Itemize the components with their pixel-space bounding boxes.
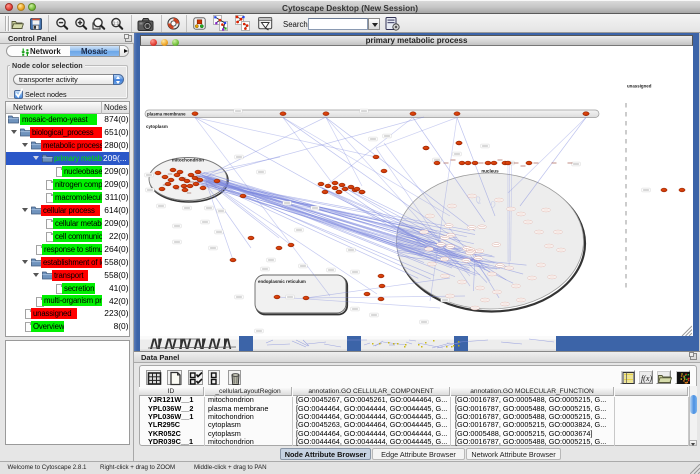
svg-text:mitochondrion: mitochondrion: [172, 158, 204, 163]
svg-text:f(x): f(x): [641, 374, 652, 383]
svg-text:endoplasmic reticulum: endoplasmic reticulum: [258, 279, 306, 284]
svg-text:nucleus: nucleus: [481, 169, 499, 174]
svg-text:cytoplasm: cytoplasm: [146, 124, 168, 129]
svg-text:unassigned: unassigned: [627, 84, 652, 89]
svg-text:plasma membrane: plasma membrane: [147, 112, 186, 117]
svg-text:1:1: 1:1: [113, 20, 120, 25]
